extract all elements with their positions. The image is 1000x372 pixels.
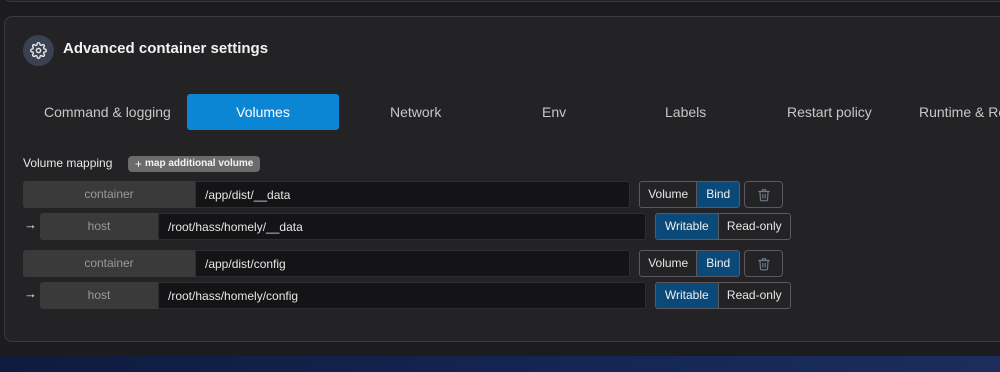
volume-option[interactable]: Volume — [640, 251, 698, 276]
host-addon: host — [40, 282, 158, 309]
tab-env[interactable]: Env — [542, 94, 566, 130]
trash-icon — [757, 188, 770, 201]
arrow-right-icon: → — [24, 286, 37, 301]
gear-icon — [23, 35, 54, 66]
host-path-input[interactable]: /root/hass/homely/config — [158, 282, 646, 309]
mapping-container-row: container /app/dist/config Volume Bind — [23, 250, 783, 277]
section-title: Advanced container settings — [63, 40, 269, 57]
tab-network[interactable]: Network — [390, 94, 441, 130]
volume-option[interactable]: Volume — [640, 182, 698, 207]
mapping-host-row: host /root/hass/homely/config Writable R… — [40, 282, 792, 309]
writable-option[interactable]: Writable — [656, 283, 719, 308]
trash-icon — [757, 257, 770, 270]
container-path-input[interactable]: /app/dist/__data — [195, 181, 630, 208]
host-addon: host — [40, 213, 158, 240]
previous-panel — [4, 0, 1000, 2]
read-only-option[interactable]: Read-only — [719, 283, 790, 308]
desktop-background — [0, 356, 1000, 372]
tab-restart-policy[interactable]: Restart policy — [787, 94, 872, 130]
plus-icon: + — [135, 157, 143, 171]
read-only-option[interactable]: Read-only — [719, 214, 790, 239]
map-additional-volume-label: map additional volume — [145, 158, 254, 169]
tab-volumes[interactable]: Volumes — [187, 94, 339, 130]
bind-option[interactable]: Bind — [697, 182, 739, 207]
tab-labels[interactable]: Labels — [665, 94, 706, 130]
mapping-host-row: host /root/hass/homely/__data Writable R… — [40, 213, 792, 240]
host-path-input[interactable]: /root/hass/homely/__data — [158, 213, 646, 240]
remove-volume-button[interactable] — [744, 250, 783, 277]
container-addon: container — [23, 250, 195, 277]
tab-runtime-resources[interactable]: Runtime & Re — [919, 94, 1000, 130]
access-mode-toggle: Writable Read-only — [655, 213, 791, 240]
volume-type-toggle: Volume Bind — [639, 250, 740, 277]
volume-type-toggle: Volume Bind — [639, 181, 740, 208]
remove-volume-button[interactable] — [744, 181, 783, 208]
access-mode-toggle: Writable Read-only — [655, 282, 791, 309]
tab-command-logging[interactable]: Command & logging — [44, 94, 171, 130]
arrow-right-icon: → — [24, 217, 37, 232]
container-addon: container — [23, 181, 195, 208]
writable-option[interactable]: Writable — [656, 214, 719, 239]
container-path-input[interactable]: /app/dist/config — [195, 250, 630, 277]
map-additional-volume-button[interactable]: + map additional volume — [128, 156, 261, 172]
volume-mapping-label: Volume mapping — [23, 156, 113, 170]
bind-option[interactable]: Bind — [697, 251, 739, 276]
tab-bar: Command & logging Volumes Network Env La… — [0, 94, 1000, 130]
mapping-container-row: container /app/dist/__data Volume Bind — [23, 181, 783, 208]
